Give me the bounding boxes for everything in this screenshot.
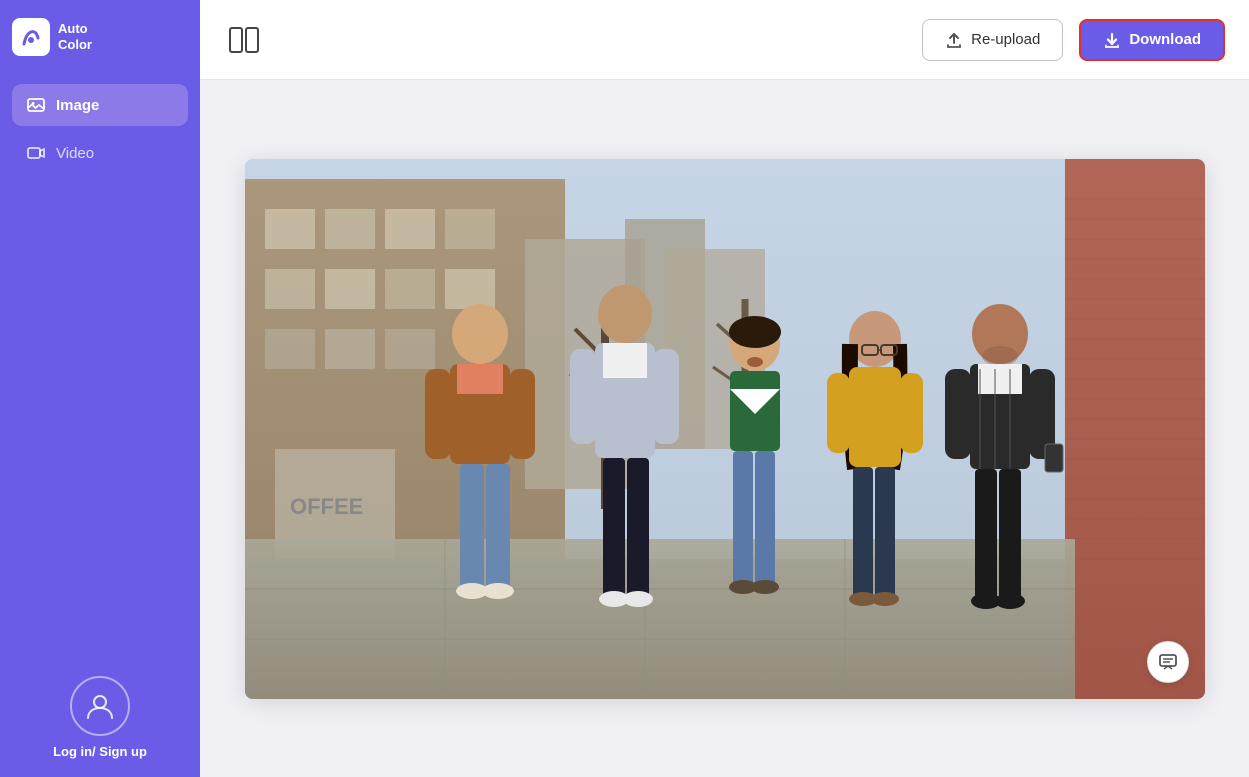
fab-area	[1147, 641, 1189, 683]
user-login-label[interactable]: Log in/ Sign up	[53, 744, 147, 759]
logo-icon	[12, 18, 50, 56]
chat-icon	[1158, 652, 1178, 672]
user-icon	[84, 690, 116, 722]
download-icon	[1103, 31, 1121, 49]
svg-text:OFFEE: OFFEE	[290, 494, 363, 519]
split-view-icon	[229, 27, 259, 53]
logo-area: Auto Color	[12, 18, 92, 56]
split-view-button[interactable]	[224, 20, 264, 60]
user-area: Log in/ Sign up	[53, 676, 147, 759]
download-button[interactable]: Download	[1079, 19, 1225, 61]
feedback-button[interactable]	[1147, 641, 1189, 683]
photo-display: OFFEE	[245, 159, 1205, 699]
sidebar-item-video[interactable]: Video	[12, 132, 188, 174]
content-area: OFFEE	[200, 80, 1249, 777]
avatar[interactable]	[70, 676, 130, 736]
sidebar-item-image[interactable]: Image	[12, 84, 188, 126]
upload-icon	[945, 31, 963, 49]
image-nav-icon	[26, 95, 46, 115]
logo-text: Auto Color	[58, 21, 92, 52]
sidebar: Auto Color Image Video L	[0, 0, 200, 777]
nav-items: Image Video	[12, 84, 188, 174]
image-container: OFFEE	[245, 159, 1205, 699]
video-nav-icon	[26, 143, 46, 163]
header: Re-upload Download	[200, 0, 1249, 80]
reupload-button[interactable]: Re-upload	[922, 19, 1063, 61]
main-area: Re-upload Download	[200, 0, 1249, 777]
